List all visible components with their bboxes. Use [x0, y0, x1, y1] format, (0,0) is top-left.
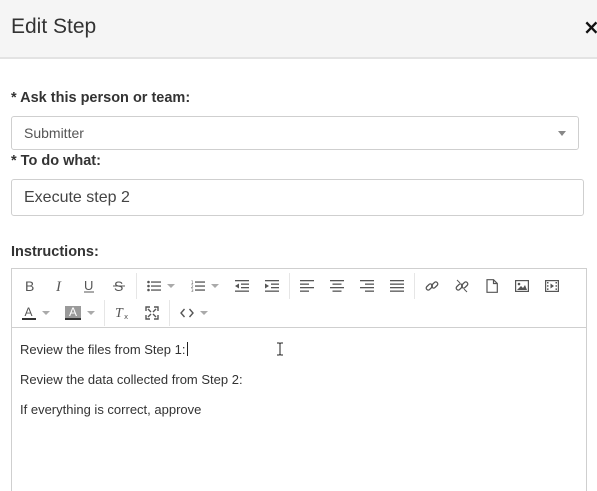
align-left-icon[interactable] — [292, 274, 322, 298]
task-input[interactable] — [11, 179, 584, 216]
svg-text:T: T — [115, 306, 124, 320]
editor-line-text: If everything is correct, approve — [20, 402, 202, 417]
chevron-down-icon — [87, 311, 95, 315]
svg-text:B: B — [25, 279, 34, 293]
instructions-editor: B I U S 123 A A T x Review the files fro… — [11, 268, 587, 491]
svg-text:A: A — [69, 306, 77, 319]
underline-icon[interactable]: U — [74, 274, 104, 298]
dialog-header: Edit Step × — [0, 0, 597, 59]
editor-line: If everything is correct, approve — [20, 400, 578, 420]
document-icon[interactable] — [477, 274, 507, 298]
align-center-icon[interactable] — [322, 274, 352, 298]
editor-content[interactable]: Review the files from Step 1: Review the… — [12, 328, 586, 491]
svg-text:3: 3 — [191, 288, 194, 292]
code-group — [170, 300, 218, 326]
align-justify-icon[interactable] — [382, 274, 412, 298]
numbered-list-icon[interactable]: 123 — [183, 274, 227, 298]
editor-line: Review the data collected from Step 2: — [20, 370, 578, 390]
assignee-label: * Ask this person or team: — [11, 90, 191, 106]
assignee-select-value: Submitter — [24, 125, 84, 141]
chevron-down-icon — [558, 131, 566, 136]
text-style-group: B I U S — [12, 273, 137, 299]
bullet-list-icon[interactable] — [139, 274, 183, 298]
close-icon[interactable]: × — [583, 15, 597, 39]
instructions-label: Instructions: — [11, 244, 99, 260]
align-right-icon[interactable] — [352, 274, 382, 298]
ibeam-cursor-icon — [275, 342, 287, 356]
svg-text:x: x — [124, 313, 128, 320]
task-label: * To do what: — [11, 153, 101, 169]
outdent-icon[interactable] — [227, 274, 257, 298]
dialog-title: Edit Step — [11, 15, 97, 38]
italic-icon[interactable]: I — [44, 274, 74, 298]
indent-icon[interactable] — [257, 274, 287, 298]
text-color-icon[interactable]: A — [14, 301, 58, 325]
bold-icon[interactable]: B — [14, 274, 44, 298]
editor-line: Review the files from Step 1: — [20, 340, 578, 360]
clear-format-icon[interactable]: Tx — [107, 301, 137, 325]
highlight-color-icon[interactable]: A — [58, 301, 102, 325]
editor-line-text: Review the files from Step 1: — [20, 342, 186, 357]
toolbar-row-2: A A Tx — [12, 299, 218, 327]
chevron-down-icon — [211, 284, 219, 288]
chevron-down-icon — [167, 284, 175, 288]
editor-line-text: Review the data collected from Step 2: — [20, 372, 243, 387]
strikethrough-icon[interactable]: S — [104, 274, 134, 298]
assignee-select[interactable]: Submitter — [11, 116, 579, 150]
svg-text:U: U — [84, 279, 93, 293]
list-group: 123 — [137, 273, 290, 299]
svg-text:I: I — [55, 279, 62, 293]
format-group: Tx — [105, 300, 170, 326]
chevron-down-icon — [42, 311, 50, 315]
chevron-down-icon — [200, 311, 208, 315]
video-icon[interactable] — [537, 274, 567, 298]
color-group: A A — [12, 300, 105, 326]
image-icon[interactable] — [507, 274, 537, 298]
toolbar-row-1: B I U S 123 — [12, 272, 569, 300]
code-icon[interactable] — [172, 301, 216, 325]
align-group — [290, 273, 415, 299]
svg-text:A: A — [25, 306, 33, 319]
link-icon[interactable] — [417, 274, 447, 298]
fullscreen-icon[interactable] — [137, 301, 167, 325]
insert-group — [415, 273, 569, 299]
editor-toolbar: B I U S 123 A A T x — [12, 269, 586, 328]
unlink-icon[interactable] — [447, 274, 477, 298]
text-caret — [187, 342, 189, 356]
